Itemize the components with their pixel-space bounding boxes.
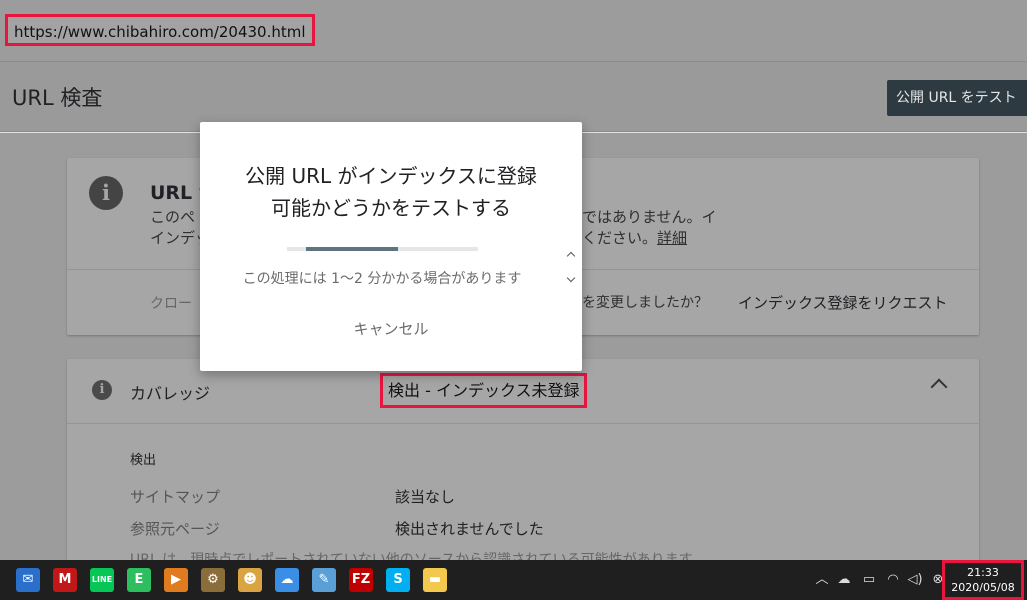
coverage-note: URL は、現時点でレポートされていない他のソースから認識されている可能性があり…	[130, 552, 693, 560]
dialog-title-line: 可能かどうかをテストする	[271, 196, 511, 220]
dialog-scrollbar[interactable]	[565, 248, 578, 288]
filezilla-icon[interactable]: FZ	[349, 568, 373, 592]
referring-page-label: 参照元ページ	[130, 520, 220, 538]
request-indexing-link[interactable]: インデックス登録をリクエスト	[738, 292, 948, 313]
file-explorer-icon[interactable]: ▬	[423, 568, 447, 592]
details-link[interactable]: 詳細	[657, 229, 687, 247]
skype-icon[interactable]: S	[386, 568, 410, 592]
url-text[interactable]: https://www.chibahiro.com/20430.html	[5, 14, 315, 46]
tray-chevron-icon[interactable]: ︿	[813, 571, 831, 589]
onedrive-icon[interactable]: ☁	[835, 571, 853, 589]
text-fragment: ください。	[582, 229, 658, 247]
scroll-up-icon[interactable]	[566, 251, 576, 261]
media-player-icon[interactable]: ▶	[164, 568, 188, 592]
address-bar: https://www.chibahiro.com/20430.html	[0, 0, 1027, 62]
progress-fill	[306, 247, 398, 251]
text-line: ではありません。イ	[582, 208, 717, 226]
page-title: URL 検査	[12, 86, 103, 110]
dialog-title-line: 公開 URL がインデックスに登録	[245, 164, 537, 188]
file-transfer-icon[interactable]: ☁	[275, 568, 299, 592]
dialog-title: 公開 URL がインデックスに登録 可能かどうかをテストする	[200, 160, 582, 224]
cancel-button[interactable]: キャンセル	[330, 315, 452, 343]
test-dialog: 公開 URL がインデックスに登録 可能かどうかをテストする この処理には 1〜…	[200, 122, 582, 371]
text-line: ください。詳細	[582, 228, 717, 249]
coverage-label: カバレッジ	[130, 384, 211, 403]
line-icon[interactable]: LINE	[90, 568, 114, 592]
dialog-note: この処理には 1〜2 分かかる場合があります	[242, 271, 522, 287]
page-changed-question: を変更しましたか？	[582, 295, 708, 311]
coverage-card: i カバレッジ 検出 - インデックス未登録 検出 サイトマップ 該当なし 参照…	[67, 359, 979, 560]
divider	[67, 423, 979, 424]
info-icon: i	[92, 380, 112, 400]
progress-bar	[287, 247, 478, 251]
wifi-icon[interactable]: ◠	[884, 571, 902, 589]
taskbar: ✉ M LINE E ▶ ⚙ ☻ ☁ ✎ FZ S ▬ ︿ ☁ ▭ ◠ ◁) ⊗ 21:33 2020…	[0, 560, 1027, 600]
evernote-icon[interactable]: E	[127, 568, 151, 592]
crawl-text: クロー	[150, 296, 192, 312]
referring-page-value: 検出されませんでした	[395, 520, 544, 538]
battery-icon[interactable]: ▭	[860, 571, 878, 589]
system-clock[interactable]: 21:33 2020/05/08	[942, 560, 1024, 600]
info-icon: i	[89, 176, 123, 210]
scroll-down-icon[interactable]	[566, 273, 576, 283]
sitemap-value: 該当なし	[395, 488, 456, 506]
face-app-icon[interactable]: ☻	[238, 568, 262, 592]
clock-date: 2020/05/08	[951, 581, 1015, 594]
coverage-status: 検出 - インデックス未登録	[380, 373, 588, 408]
url-status-text-right: ではありません。イ ください。詳細	[582, 207, 717, 249]
chevron-up-icon[interactable]	[930, 378, 948, 396]
test-live-url-button[interactable]: 公開 URL をテスト	[887, 80, 1027, 116]
tool-icon[interactable]: ⚙	[201, 568, 225, 592]
mcafee-icon[interactable]: M	[53, 568, 77, 592]
sitemap-label: サイトマップ	[130, 488, 221, 506]
discovery-heading: 検出	[130, 453, 157, 468]
volume-icon[interactable]: ◁)	[906, 571, 924, 589]
thunderbird-icon[interactable]: ✉	[16, 568, 40, 592]
clock-time: 21:33	[967, 566, 999, 579]
notepad-icon[interactable]: ✎	[312, 568, 336, 592]
